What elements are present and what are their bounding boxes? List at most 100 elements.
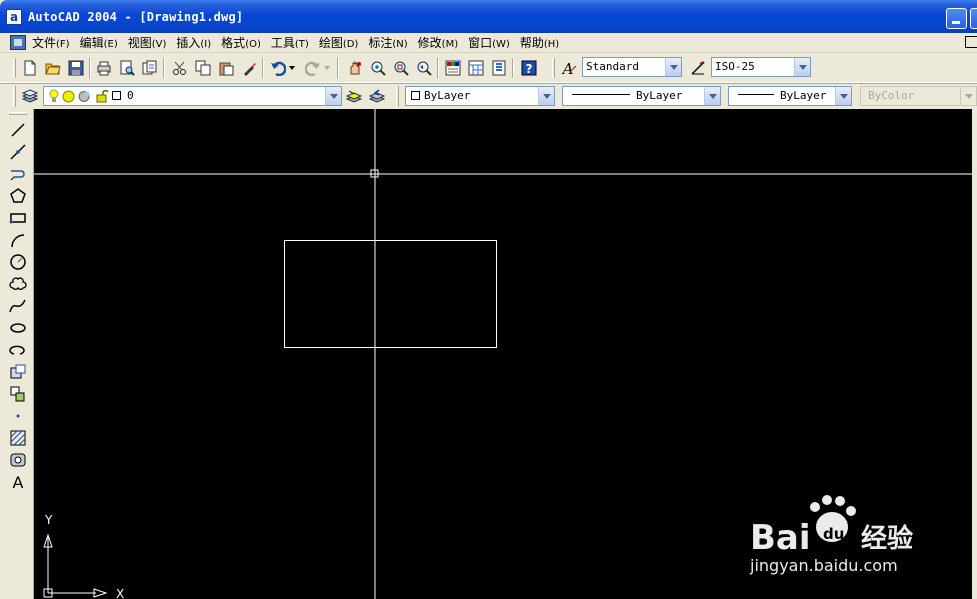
print-preview-icon (120, 60, 135, 76)
color-control-select[interactable]: ByLayer (405, 86, 555, 106)
design-center-button[interactable] (466, 58, 486, 78)
menu-insert[interactable]: 插入(I) (176, 35, 211, 53)
floppy-disk-icon (68, 60, 84, 76)
publish-button[interactable] (140, 58, 160, 78)
menu-help[interactable]: 帮助(H) (520, 35, 559, 53)
match-properties-button[interactable] (239, 58, 259, 78)
chevron-down-icon[interactable] (538, 87, 554, 105)
lightbulb-on-icon (49, 89, 59, 102)
line-icon[interactable] (8, 120, 28, 140)
revision-cloud-icon[interactable] (8, 274, 28, 294)
toolbar-grip[interactable] (9, 112, 27, 115)
plot-button[interactable] (94, 58, 114, 78)
cut-button[interactable] (170, 58, 190, 78)
chevron-down-icon[interactable] (665, 58, 681, 76)
menu-dimension[interactable]: 标注(N) (368, 35, 407, 53)
document-icon[interactable] (10, 35, 26, 50)
circle-icon[interactable] (8, 252, 28, 272)
redo-button[interactable] (303, 58, 331, 78)
redo-icon (305, 61, 320, 76)
menu-edit[interactable]: 编辑(E) (80, 35, 118, 53)
toolbar-grip[interactable] (396, 86, 399, 107)
menu-view[interactable]: 视图(V) (128, 35, 167, 53)
publish-icon (142, 60, 157, 75)
menu-format[interactable]: 格式(O) (221, 35, 261, 53)
polygon-icon[interactable] (8, 186, 28, 206)
arc-icon[interactable] (8, 230, 28, 250)
dimension-style-select[interactable]: ISO-25 (711, 57, 811, 77)
polyline-icon[interactable] (8, 164, 28, 184)
tool-palettes-button[interactable] (489, 58, 509, 78)
zoom-window-icon (394, 61, 409, 76)
save-button[interactable] (66, 58, 86, 78)
menu-help-key: (H) (543, 39, 560, 50)
standard-toolbar: ? A Standard ISO-25 (0, 53, 977, 83)
linetype-control-select[interactable]: ByLayer (562, 86, 721, 106)
chevron-down-icon[interactable] (794, 58, 810, 76)
menu-window-key: (W) (492, 39, 510, 50)
lineweight-control-select[interactable]: ByLayer (728, 86, 852, 106)
draw-toolbar: A (0, 109, 34, 599)
color-swatch (411, 90, 420, 100)
spline-icon[interactable] (8, 296, 28, 316)
zoom-window-button[interactable] (391, 58, 411, 78)
zoom-previous-button[interactable] (414, 58, 434, 78)
properties-icon (445, 60, 461, 76)
menu-bar: 文件(F) 编辑(E) 视图(V) 插入(I) 格式(O) 工具(T) 绘图(D… (0, 33, 977, 53)
ellipse-arc-icon[interactable] (8, 340, 28, 360)
construction-line-icon[interactable] (8, 142, 28, 162)
region-icon[interactable] (8, 450, 28, 470)
dimension-style-button[interactable] (688, 58, 708, 78)
drawing-area[interactable]: Y X Bai du 经验 jingyan.baidu.com (34, 109, 972, 599)
maximize-button[interactable] (970, 8, 977, 29)
rectangle-icon[interactable] (8, 208, 28, 228)
chevron-down-icon (289, 66, 295, 70)
menu-file[interactable]: 文件(F) (32, 35, 70, 53)
restore-document-button[interactable] (965, 36, 977, 48)
chevron-down-icon[interactable] (835, 87, 851, 105)
scissors-icon (173, 61, 186, 75)
hatch-icon[interactable] (8, 428, 28, 448)
layer-previous-button[interactable] (367, 86, 387, 106)
menu-draw[interactable]: 绘图(D) (319, 35, 359, 53)
plot-preview-button[interactable] (117, 58, 137, 78)
menu-window[interactable]: 窗口(W) (468, 35, 510, 53)
menu-modify[interactable]: 修改(M) (418, 35, 458, 53)
open-button[interactable] (43, 58, 63, 78)
unlock-icon (96, 89, 109, 103)
ucs-y-label: Y (44, 513, 53, 527)
toolbar-grip[interactable] (13, 86, 16, 107)
undo-button[interactable] (268, 58, 296, 78)
ucs-icon: Y X (43, 513, 124, 599)
new-button[interactable] (20, 58, 40, 78)
text-style-value: Standard (586, 60, 639, 73)
autocad-app-icon[interactable]: a (6, 9, 22, 25)
minimize-button[interactable] (946, 8, 967, 29)
menu-tools[interactable]: 工具(T) (271, 35, 309, 53)
vertical-scrollbar[interactable] (972, 109, 977, 599)
properties-button[interactable] (443, 58, 463, 78)
lineweight-value: ByLayer (780, 89, 827, 102)
text-style-button[interactable]: A (559, 58, 579, 78)
text-style-select[interactable]: Standard (582, 57, 682, 77)
make-block-icon[interactable] (8, 384, 28, 404)
multiline-text-icon[interactable]: A (8, 472, 28, 492)
layer-properties-button[interactable] (20, 86, 40, 106)
pan-realtime-button[interactable] (345, 58, 365, 78)
paste-button[interactable] (216, 58, 236, 78)
chevron-down-icon[interactable] (325, 87, 341, 105)
toolbar-grip[interactable] (13, 58, 16, 78)
point-icon[interactable] (8, 406, 28, 426)
toolbar-grip[interactable] (552, 58, 555, 78)
menu-window-label: 窗口 (468, 36, 493, 50)
make-object-layer-current-button[interactable] (344, 86, 364, 106)
zoom-realtime-button[interactable] (368, 58, 388, 78)
insert-block-icon[interactable] (8, 362, 28, 382)
help-button[interactable]: ? (519, 58, 539, 78)
drawn-rectangle[interactable] (284, 240, 497, 348)
chevron-down-icon[interactable] (704, 87, 720, 105)
copy-button[interactable] (193, 58, 213, 78)
ellipse-icon[interactable] (8, 318, 28, 338)
menu-help-label: 帮助 (519, 36, 544, 50)
layer-select[interactable]: 0 (43, 86, 342, 106)
